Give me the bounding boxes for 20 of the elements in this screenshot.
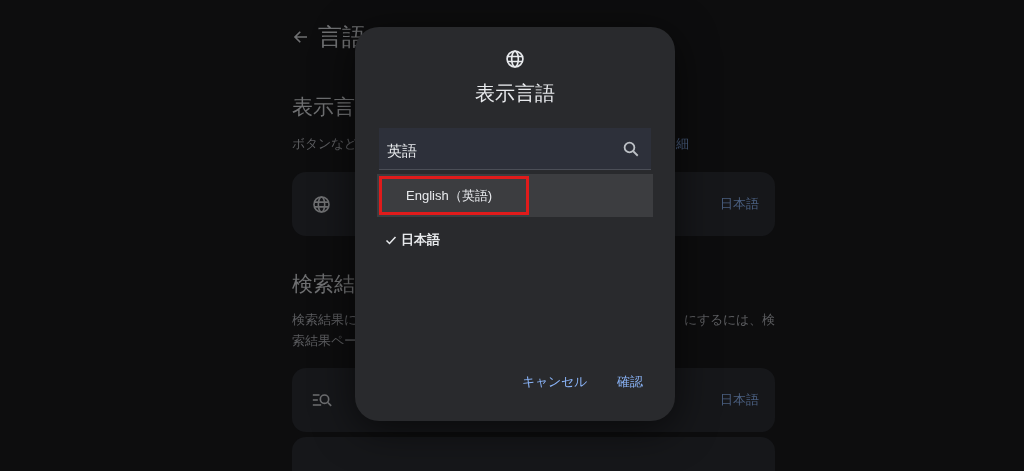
description-text: 検索結果に xyxy=(292,312,357,329)
suggestion-item[interactable]: English（英語) xyxy=(377,174,653,217)
setting-value: 日本語 xyxy=(720,195,759,213)
dialog-title: 表示言語 xyxy=(475,81,555,105)
search-list-icon xyxy=(312,392,332,408)
section-heading: 検索結 xyxy=(292,272,356,296)
language-label: 日本語 xyxy=(401,231,440,249)
section-heading: 表示言 xyxy=(292,95,356,119)
section-description: ボタンなど xyxy=(292,136,357,153)
suggestion-label: English（英語) xyxy=(379,176,529,215)
back-arrow-icon[interactable] xyxy=(292,28,310,46)
globe-icon xyxy=(505,49,525,69)
search-icon[interactable] xyxy=(622,140,640,158)
dialog-button[interactable]: 確認 xyxy=(609,369,651,395)
globe-icon xyxy=(312,194,331,214)
description-text: にするには、検 xyxy=(684,312,775,329)
language-item[interactable]: 日本語 xyxy=(385,230,440,250)
search-field[interactable]: 英語 xyxy=(379,128,651,170)
dialog-button[interactable]: キャンセル xyxy=(514,369,595,395)
setting-value: 日本語 xyxy=(720,391,759,409)
